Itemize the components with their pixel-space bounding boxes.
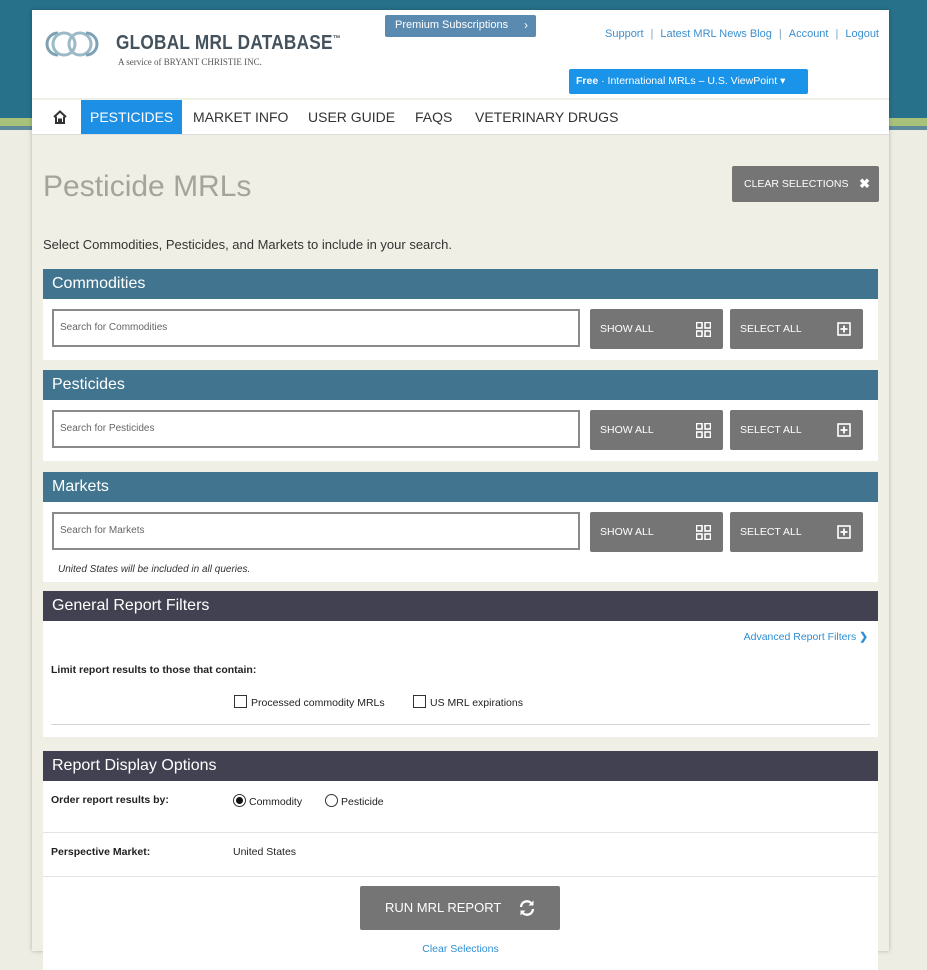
select-all-label: SELECT ALL (740, 424, 802, 436)
home-icon[interactable] (52, 109, 68, 125)
close-icon: ✖ (859, 176, 870, 191)
grid-icon (696, 525, 711, 540)
order-commodity-radio[interactable]: Commodity (233, 794, 303, 808)
logo-subtitle: A service of BRYANT CHRISTIE INC. (118, 57, 262, 67)
pesticides-heading: Pesticides (43, 370, 878, 400)
order-by-radio-group: Commodity Pesticide (233, 794, 384, 808)
grid-icon (696, 423, 711, 438)
intro-text: Select Commodities, Pesticides, and Mark… (43, 237, 452, 252)
plus-square-icon (837, 525, 851, 539)
run-report-label: RUN MRL REPORT (385, 900, 502, 915)
premium-subscriptions-button[interactable]: Premium Subscriptions › (385, 15, 536, 37)
processed-commodity-checkbox[interactable]: Processed commodity MRLs (234, 695, 385, 709)
divider: | (650, 28, 654, 40)
advanced-report-filters-link[interactable]: Advanced Report Filters ❯ (744, 631, 868, 643)
radio-icon (325, 794, 339, 807)
logout-link[interactable]: Logout (845, 28, 879, 40)
show-all-label: SHOW ALL (600, 424, 654, 436)
clear-selections-label: CLEAR SELECTIONS (744, 178, 849, 190)
commodities-search-input[interactable]: Search for Commodities (52, 309, 580, 347)
divider (51, 724, 870, 725)
checkbox-label: Processed commodity MRLs (251, 697, 385, 709)
checkbox-icon (413, 695, 426, 708)
clear-selections-link[interactable]: Clear Selections (43, 943, 878, 955)
nav-user-guide[interactable]: USER GUIDE (308, 100, 395, 134)
advanced-filters-label: Advanced Report Filters (743, 631, 857, 643)
select-all-label: SELECT ALL (740, 323, 802, 335)
divider (43, 876, 878, 877)
nav-pesticides[interactable]: PESTICIDES (81, 100, 183, 134)
us-mrl-expirations-checkbox[interactable]: US MRL expirations (413, 695, 523, 709)
commodities-show-all-button[interactable]: SHOW ALL (590, 309, 723, 349)
support-link[interactable]: Support (605, 28, 644, 40)
commodities-body: Search for Commodities SHOW ALL SELECT A… (43, 299, 878, 360)
filters-section: General Report Filters Advanced Report F… (43, 591, 878, 737)
clear-selections-button[interactable]: CLEAR SELECTIONS ✖ (732, 166, 879, 202)
display-options-body: Order report results by: Commodity Pesti… (43, 781, 878, 970)
grid-icon (696, 322, 711, 337)
select-all-label: SELECT ALL (740, 526, 802, 538)
radio-selected-icon (233, 794, 246, 807)
commodities-section: Commodities Search for Commodities SHOW … (43, 269, 878, 360)
markets-body: Search for Markets SHOW ALL SELECT ALL U… (43, 502, 878, 582)
show-all-label: SHOW ALL (600, 323, 654, 335)
perspective-market-value: United States (233, 846, 297, 858)
display-options-section: Report Display Options Order report resu… (43, 751, 878, 970)
commodities-heading: Commodities (43, 269, 878, 299)
free-label: Free (576, 75, 599, 87)
order-pesticide-radio[interactable]: Pesticide (325, 794, 384, 808)
markets-heading: Markets (43, 472, 878, 502)
commodities-select-all-button[interactable]: SELECT ALL (730, 309, 863, 349)
divider: | (778, 28, 782, 40)
logo-title[interactable]: GLOBAL MRL DATABASE™ (116, 32, 341, 55)
perspective-market-label: Perspective Market: (51, 846, 151, 858)
page-container: GLOBAL MRL DATABASE™ A service of BRYANT… (32, 10, 889, 970)
logo-rings-icon[interactable] (44, 29, 100, 59)
checkbox-icon (234, 695, 247, 708)
main-nav: PESTICIDES MARKET INFO USER GUIDE FAQS V… (32, 100, 889, 135)
run-mrl-report-button[interactable]: RUN MRL REPORT (360, 886, 560, 930)
premium-label: Premium Subscriptions (395, 19, 509, 31)
pesticides-search-input[interactable]: Search for Pesticides (52, 410, 580, 448)
markets-section: Markets Search for Markets SHOW ALL SELE… (43, 472, 878, 582)
markets-select-all-button[interactable]: SELECT ALL (730, 512, 863, 552)
nav-faqs[interactable]: FAQS (415, 100, 452, 134)
page-title: Pesticide MRLs (43, 170, 252, 203)
nav-market-info[interactable]: MARKET INFO (193, 100, 288, 134)
pesticides-body: Search for Pesticides SHOW ALL SELECT AL… (43, 400, 878, 461)
subscription-dropdown-label: · International MRLs – U.S. ViewPoint ▾ (601, 75, 786, 87)
news-blog-link[interactable]: Latest MRL News Blog (660, 28, 771, 40)
markets-show-all-button[interactable]: SHOW ALL (590, 512, 723, 552)
filters-body: Advanced Report Filters ❯ Limit report r… (43, 621, 878, 737)
site-header: GLOBAL MRL DATABASE™ A service of BRYANT… (32, 10, 889, 98)
radio-label: Commodity (249, 796, 303, 808)
pesticides-section: Pesticides Search for Pesticides SHOW AL… (43, 370, 878, 461)
chevron-right-icon: ❯ (859, 631, 868, 643)
order-by-label: Order report results by: (51, 794, 169, 806)
markets-note: United States will be included in all qu… (58, 564, 251, 575)
filters-heading: General Report Filters (43, 591, 878, 621)
subscription-dropdown[interactable]: Free · International MRLs – U.S. ViewPoi… (569, 69, 808, 94)
refresh-icon (519, 900, 535, 916)
pesticides-select-all-button[interactable]: SELECT ALL (730, 410, 863, 450)
show-all-label: SHOW ALL (600, 526, 654, 538)
display-options-heading: Report Display Options (43, 751, 878, 781)
radio-label: Pesticide (341, 796, 384, 808)
account-link[interactable]: Account (789, 28, 829, 40)
divider: | (835, 28, 839, 40)
nav-veterinary-drugs[interactable]: VETERINARY DRUGS (475, 100, 618, 134)
limit-results-label: Limit report results to those that conta… (51, 664, 257, 676)
checkbox-label: US MRL expirations (430, 697, 523, 709)
divider (43, 832, 878, 833)
plus-square-icon (837, 423, 851, 437)
plus-square-icon (837, 322, 851, 336)
pesticides-show-all-button[interactable]: SHOW ALL (590, 410, 723, 450)
top-links: Support | Latest MRL News Blog | Account | Log… (605, 28, 879, 40)
markets-search-input[interactable]: Search for Markets (52, 512, 580, 550)
chevron-right-icon: › (524, 18, 528, 32)
